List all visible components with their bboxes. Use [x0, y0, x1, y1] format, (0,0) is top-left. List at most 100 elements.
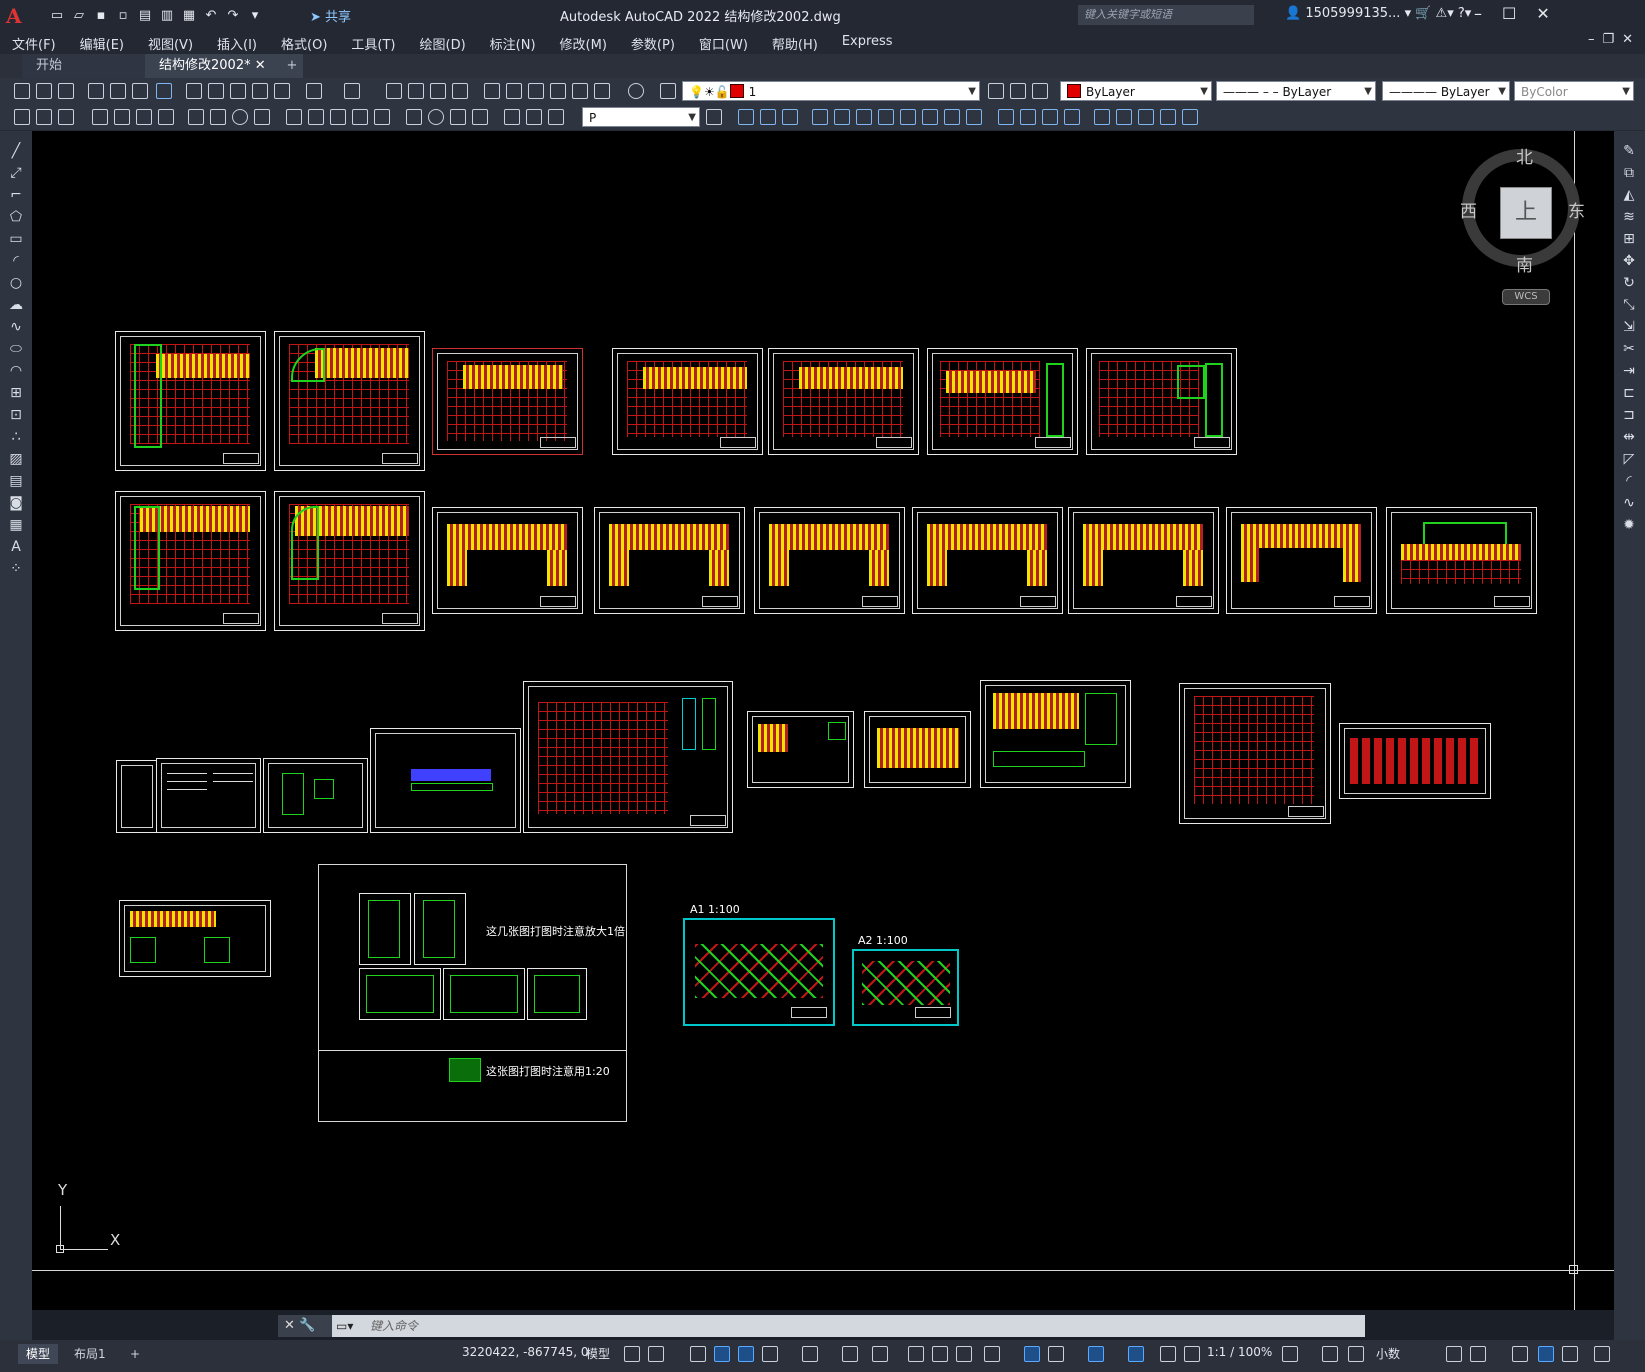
3d-osnap-icon[interactable] [984, 1346, 1000, 1362]
linear-dimension-icon[interactable] [92, 109, 108, 125]
close-icon[interactable]: ✕ [284, 1318, 295, 1333]
polyline-icon[interactable]: ⌐ [8, 187, 24, 203]
drawing-sheet[interactable] [768, 348, 919, 455]
plot-icon[interactable]: ▦ [180, 6, 198, 24]
stretch-icon[interactable]: ⇲ [1621, 319, 1637, 335]
scale-icon[interactable]: ⤡ [1621, 297, 1637, 313]
drawing-sheet[interactable] [119, 900, 271, 977]
insert-block-icon[interactable] [14, 109, 30, 125]
transparency-icon[interactable] [932, 1346, 948, 1362]
isolate-objects-icon[interactable] [1512, 1346, 1528, 1362]
trim-icon[interactable]: ✂ [1621, 341, 1637, 357]
menu-modify[interactable]: 修改(M) [548, 30, 619, 54]
model-space-button[interactable]: 模型 [586, 1345, 610, 1362]
insert-block-icon[interactable]: ⊞ [8, 385, 24, 401]
plotstyle-dropdown[interactable]: ByColor ▼ [1514, 81, 1634, 101]
dimension-edit-icon[interactable] [504, 109, 520, 125]
drawing-sheet[interactable] [370, 728, 521, 833]
pan-icon[interactable] [386, 83, 402, 99]
command-prompt-icon[interactable]: ▭▾ [336, 1317, 366, 1335]
join-icon[interactable]: ⇹ [1621, 429, 1637, 445]
command-line[interactable] [278, 1315, 1365, 1337]
make-block-icon[interactable] [36, 109, 52, 125]
dimension-update-icon[interactable] [548, 109, 564, 125]
point-icon[interactable]: ∴ [8, 429, 24, 445]
menu-view[interactable]: 视图(V) [136, 30, 205, 54]
drawing-sheet[interactable] [359, 968, 441, 1020]
menu-format[interactable]: 格式(O) [269, 30, 339, 54]
make-current-layer-icon[interactable] [988, 83, 1004, 99]
plot-icon[interactable] [88, 83, 104, 99]
multiline-text-icon[interactable]: A [8, 539, 24, 555]
blend-curves-icon[interactable]: ∿ [1621, 495, 1637, 511]
save-as-icon[interactable]: ▫ [114, 6, 132, 24]
drawing-sheet[interactable] [594, 507, 745, 614]
auto-scale-icon[interactable] [1160, 1346, 1176, 1362]
extend-icon[interactable]: ⇥ [1621, 363, 1637, 379]
undo-icon[interactable] [306, 83, 322, 99]
drawing-sheet[interactable] [1068, 507, 1219, 614]
ortho-icon[interactable] [738, 1346, 754, 1362]
search-input[interactable]: 键入关键字或短语 [1078, 5, 1254, 25]
viewcube-top-face[interactable]: 上 [1500, 187, 1552, 239]
zoom-window-icon[interactable] [430, 83, 446, 99]
match-properties-icon[interactable] [252, 83, 268, 99]
drawing-sheet[interactable] [432, 507, 583, 614]
coordinates-readout[interactable]: 3220422, -867745, 0 [462, 1345, 588, 1359]
snap-icon[interactable] [648, 1346, 664, 1362]
circle-icon[interactable]: ○ [8, 275, 24, 291]
hardware-acceleration-icon[interactable] [1538, 1346, 1554, 1362]
customize-qat-icon[interactable]: ▾ [246, 6, 264, 24]
lock-ui-icon[interactable] [1470, 1346, 1486, 1362]
hatch-back-icon[interactable] [1182, 109, 1198, 125]
drawing-sheet[interactable] [1386, 507, 1537, 614]
tab-model[interactable]: 模型 [18, 1344, 59, 1364]
doc-close-icon[interactable]: ✕ [1622, 32, 1633, 47]
drawing-sheet[interactable] [263, 758, 368, 833]
maximize-icon[interactable]: ☐ [1502, 4, 1516, 23]
minimize-icon[interactable]: – [1474, 4, 1482, 23]
grid-icon[interactable] [624, 1346, 640, 1362]
aligned-dimension-icon[interactable] [114, 109, 130, 125]
cut-icon[interactable] [186, 83, 202, 99]
paste-icon[interactable] [230, 83, 246, 99]
add-selected-icon[interactable]: ⁘ [8, 561, 24, 577]
viewcube-east[interactable]: 东 [1568, 197, 1585, 222]
drawing-sheet[interactable] [115, 491, 266, 631]
drawing-canvas[interactable]: 上 北 南 东 西 WCS Y X 这几张图打图时注意放大1倍 这张图打图时注意… [32, 131, 1614, 1310]
drawing-sheet[interactable] [754, 507, 905, 614]
print-note-frame[interactable]: 这几张图打图时注意放大1倍 这张图打图时注意用1:20 [318, 864, 627, 1122]
new-tab-button[interactable]: + [280, 54, 304, 78]
user-account[interactable]: 👤 1505999135... ▾ 🛒 ⚠▾ ?▾ [1285, 6, 1471, 21]
3d-print-icon[interactable] [156, 83, 172, 99]
baseline-dimension-icon[interactable] [308, 109, 324, 125]
object-snap-tracking-icon[interactable] [842, 1346, 858, 1362]
ordinate-dimension-icon[interactable] [158, 109, 174, 125]
units-icon[interactable] [1348, 1346, 1364, 1362]
design-center-icon[interactable] [506, 83, 522, 99]
drawing-sheet[interactable] [747, 711, 854, 788]
copy-object-icon[interactable] [738, 109, 754, 125]
selection-cycling-icon[interactable] [956, 1346, 972, 1362]
block-editor-icon[interactable] [274, 83, 290, 99]
tab-start[interactable]: 开始 [22, 54, 165, 78]
revision-cloud-icon[interactable]: ☁ [8, 297, 24, 313]
angular-dimension-icon[interactable] [254, 109, 270, 125]
arc-length-icon[interactable] [136, 109, 152, 125]
region-icon[interactable]: ◙ [8, 495, 24, 511]
layer-dropdown[interactable]: 💡☀🔓 1 ▼ [682, 81, 980, 101]
array-icon[interactable] [812, 109, 828, 125]
close-icon[interactable]: ✕ [1536, 4, 1549, 23]
annotation-plus-icon[interactable] [1322, 1346, 1338, 1362]
undo-icon[interactable]: ↶ [202, 6, 220, 24]
menu-tools[interactable]: 工具(T) [339, 30, 407, 54]
make-block-icon[interactable]: ⊡ [8, 407, 24, 423]
workspace-gear-icon[interactable] [1282, 1346, 1298, 1362]
menu-window[interactable]: 窗口(W) [687, 30, 760, 54]
drawing-sheet[interactable] [1179, 683, 1331, 824]
zoom-previous-icon[interactable] [452, 83, 468, 99]
dimension-text-edit-icon[interactable] [526, 109, 542, 125]
draw-order-icon[interactable] [1094, 109, 1110, 125]
dimension-space-icon[interactable] [352, 109, 368, 125]
jogged-linear-icon[interactable] [472, 109, 488, 125]
